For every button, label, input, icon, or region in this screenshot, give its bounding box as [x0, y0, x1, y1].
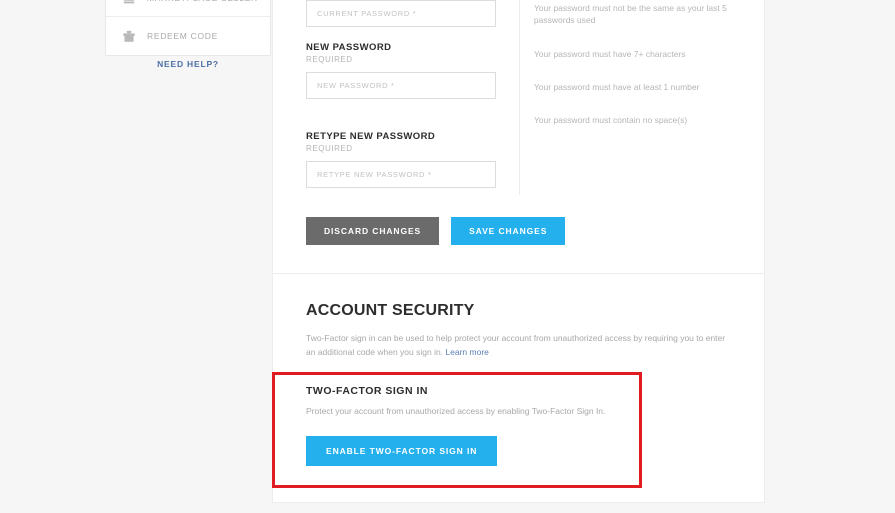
change-password-section: NEW PASSWORD REQUIRED RETYPE NEW PASSWOR…: [273, 0, 764, 195]
account-security-description-text: Two-Factor sign in can be used to help p…: [306, 333, 726, 357]
current-password-field-group: [306, 0, 496, 27]
need-help-link[interactable]: NEED HELP?: [157, 59, 219, 69]
requirement-item: Your password must not be the same as yo…: [533, 3, 727, 26]
password-form-actions: DISCARD CHANGES SAVE CHANGES: [273, 195, 764, 273]
requirement-item: Your password must have 7+ characters: [533, 48, 686, 59]
two-factor-title: TWO-FACTOR SIGN IN: [306, 385, 428, 398]
gift-icon: [123, 30, 135, 42]
sidebar-nav: MARKETPLACE SELLER REDEEM CODE: [105, 0, 271, 56]
need-help-container: NEED HELP?: [105, 54, 271, 72]
sidebar-item-marketplace-seller[interactable]: MARKETPLACE SELLER: [106, 0, 270, 17]
account-security-title: ACCOUNT SECURITY: [306, 302, 475, 319]
retype-password-required-text: REQUIRED: [306, 144, 353, 153]
two-factor-description: Protect your account from unauthorized a…: [306, 406, 606, 417]
field-spacer: [306, 106, 496, 131]
retype-password-label: RETYPE NEW PASSWORD: [306, 131, 436, 142]
enable-two-factor-button[interactable]: ENABLE TWO-FACTOR SIGN IN: [306, 436, 498, 467]
new-password-label: NEW PASSWORD: [306, 42, 392, 53]
settings-card: NEW PASSWORD REQUIRED RETYPE NEW PASSWOR…: [272, 0, 765, 504]
new-password-required-text: REQUIRED: [306, 55, 353, 64]
requirement-item: Your password must have at least 1 numbe…: [533, 81, 700, 92]
learn-more-link[interactable]: Learn more: [445, 347, 488, 357]
requirement-item: Your password must contain no space(s): [533, 115, 688, 126]
password-requirements-list: Your password must not be the same as yo…: [520, 0, 731, 195]
discard-changes-button[interactable]: DISCARD CHANGES: [306, 217, 440, 245]
password-fields-column: NEW PASSWORD REQUIRED RETYPE NEW PASSWOR…: [306, 0, 496, 195]
save-changes-button[interactable]: SAVE CHANGES: [451, 217, 566, 245]
sidebar-item-redeem-code[interactable]: REDEEM CODE: [106, 17, 270, 55]
sidebar-item-label: MARKETPLACE SELLER: [147, 0, 258, 3]
retype-password-field-group: RETYPE NEW PASSWORD REQUIRED: [306, 131, 496, 188]
retype-password-input[interactable]: [306, 161, 496, 188]
sidebar-item-label: REDEEM CODE: [147, 31, 218, 41]
stamp-icon: [123, 0, 135, 3]
account-security-section: ACCOUNT SECURITY Two-Factor sign in can …: [273, 274, 764, 502]
two-factor-block: TWO-FACTOR SIGN IN Protect your account …: [306, 385, 731, 502]
page-root: MARKETPLACE SELLER REDEEM CODE NEED HELP…: [0, 0, 895, 513]
new-password-field-group: NEW PASSWORD REQUIRED: [306, 42, 496, 99]
current-password-input[interactable]: [306, 0, 496, 27]
new-password-input[interactable]: [306, 72, 496, 99]
account-security-description: Two-Factor sign in can be used to help p…: [306, 332, 728, 359]
